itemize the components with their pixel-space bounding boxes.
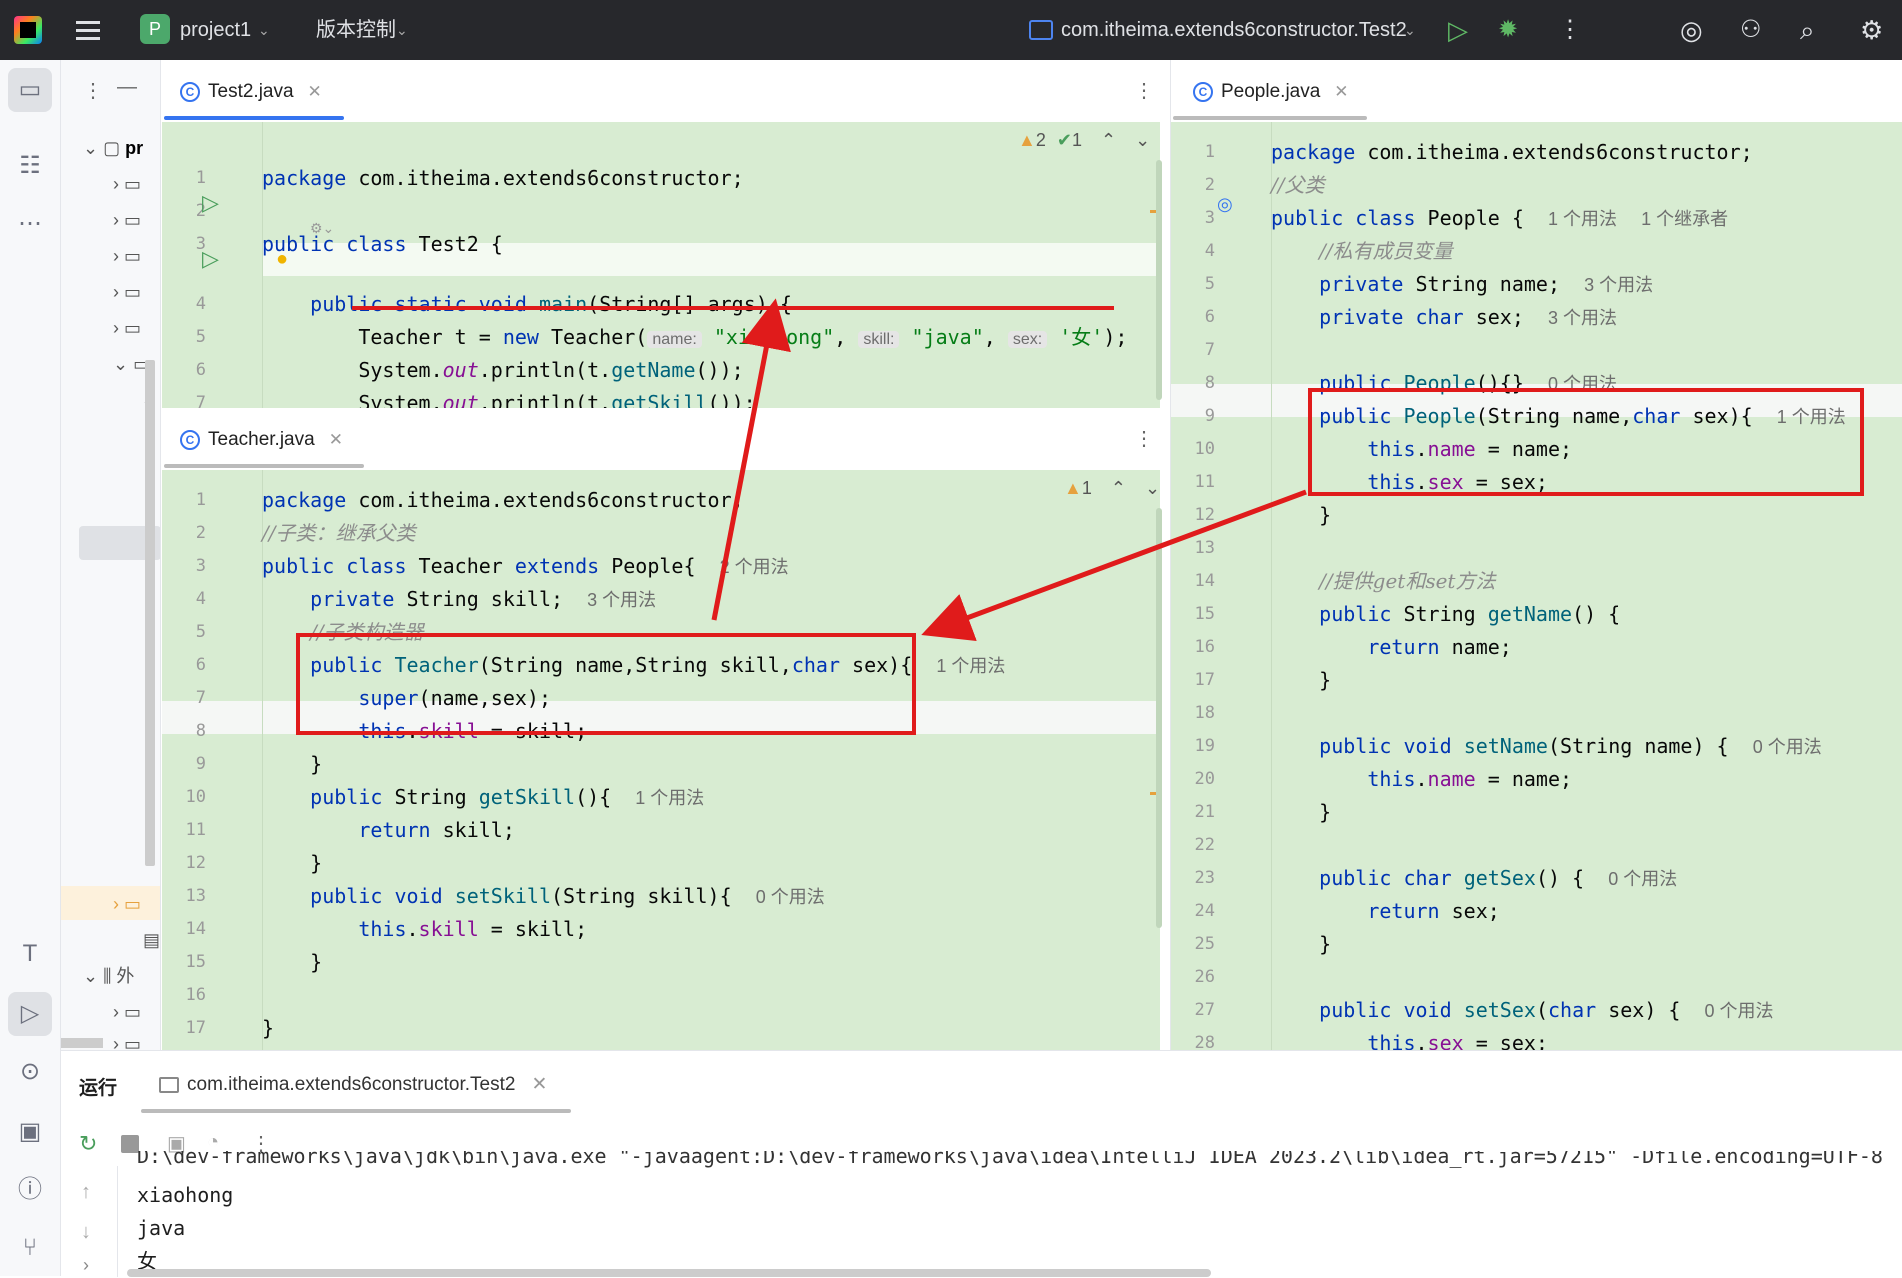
console-gutter [117, 1166, 118, 1277]
arrow-teacher-to-call [711, 298, 791, 621]
arrow-people-to-teacher [921, 489, 1307, 641]
active-tab-indicator [141, 1109, 571, 1113]
console-output-line: java [137, 1216, 186, 1240]
console-command-line: D:\dev-frameworks\java\jdk\bin\java.exe … [137, 1151, 1883, 1168]
run-panel: 运行 com.itheima.extends6constructor.Test2… [61, 1050, 1902, 1277]
run-panel-title: 运行 [79, 1078, 118, 1099]
scroll-down-icon[interactable]: ↓ [81, 1221, 91, 1244]
console-output-line: xiaohong [137, 1183, 234, 1207]
run-tab[interactable]: com.itheima.extends6constructor.Test2 ✕ [159, 1073, 547, 1096]
expand-icon[interactable]: › [83, 1255, 89, 1276]
run-tab-label: com.itheima.extends6constructor.Test2 [187, 1074, 516, 1095]
run-config-icon [159, 1076, 179, 1093]
close-tab-icon[interactable]: ✕ [531, 1074, 547, 1095]
scroll-up-icon[interactable]: ↑ [81, 1181, 91, 1204]
rerun-icon[interactable]: ↻ [79, 1131, 97, 1157]
